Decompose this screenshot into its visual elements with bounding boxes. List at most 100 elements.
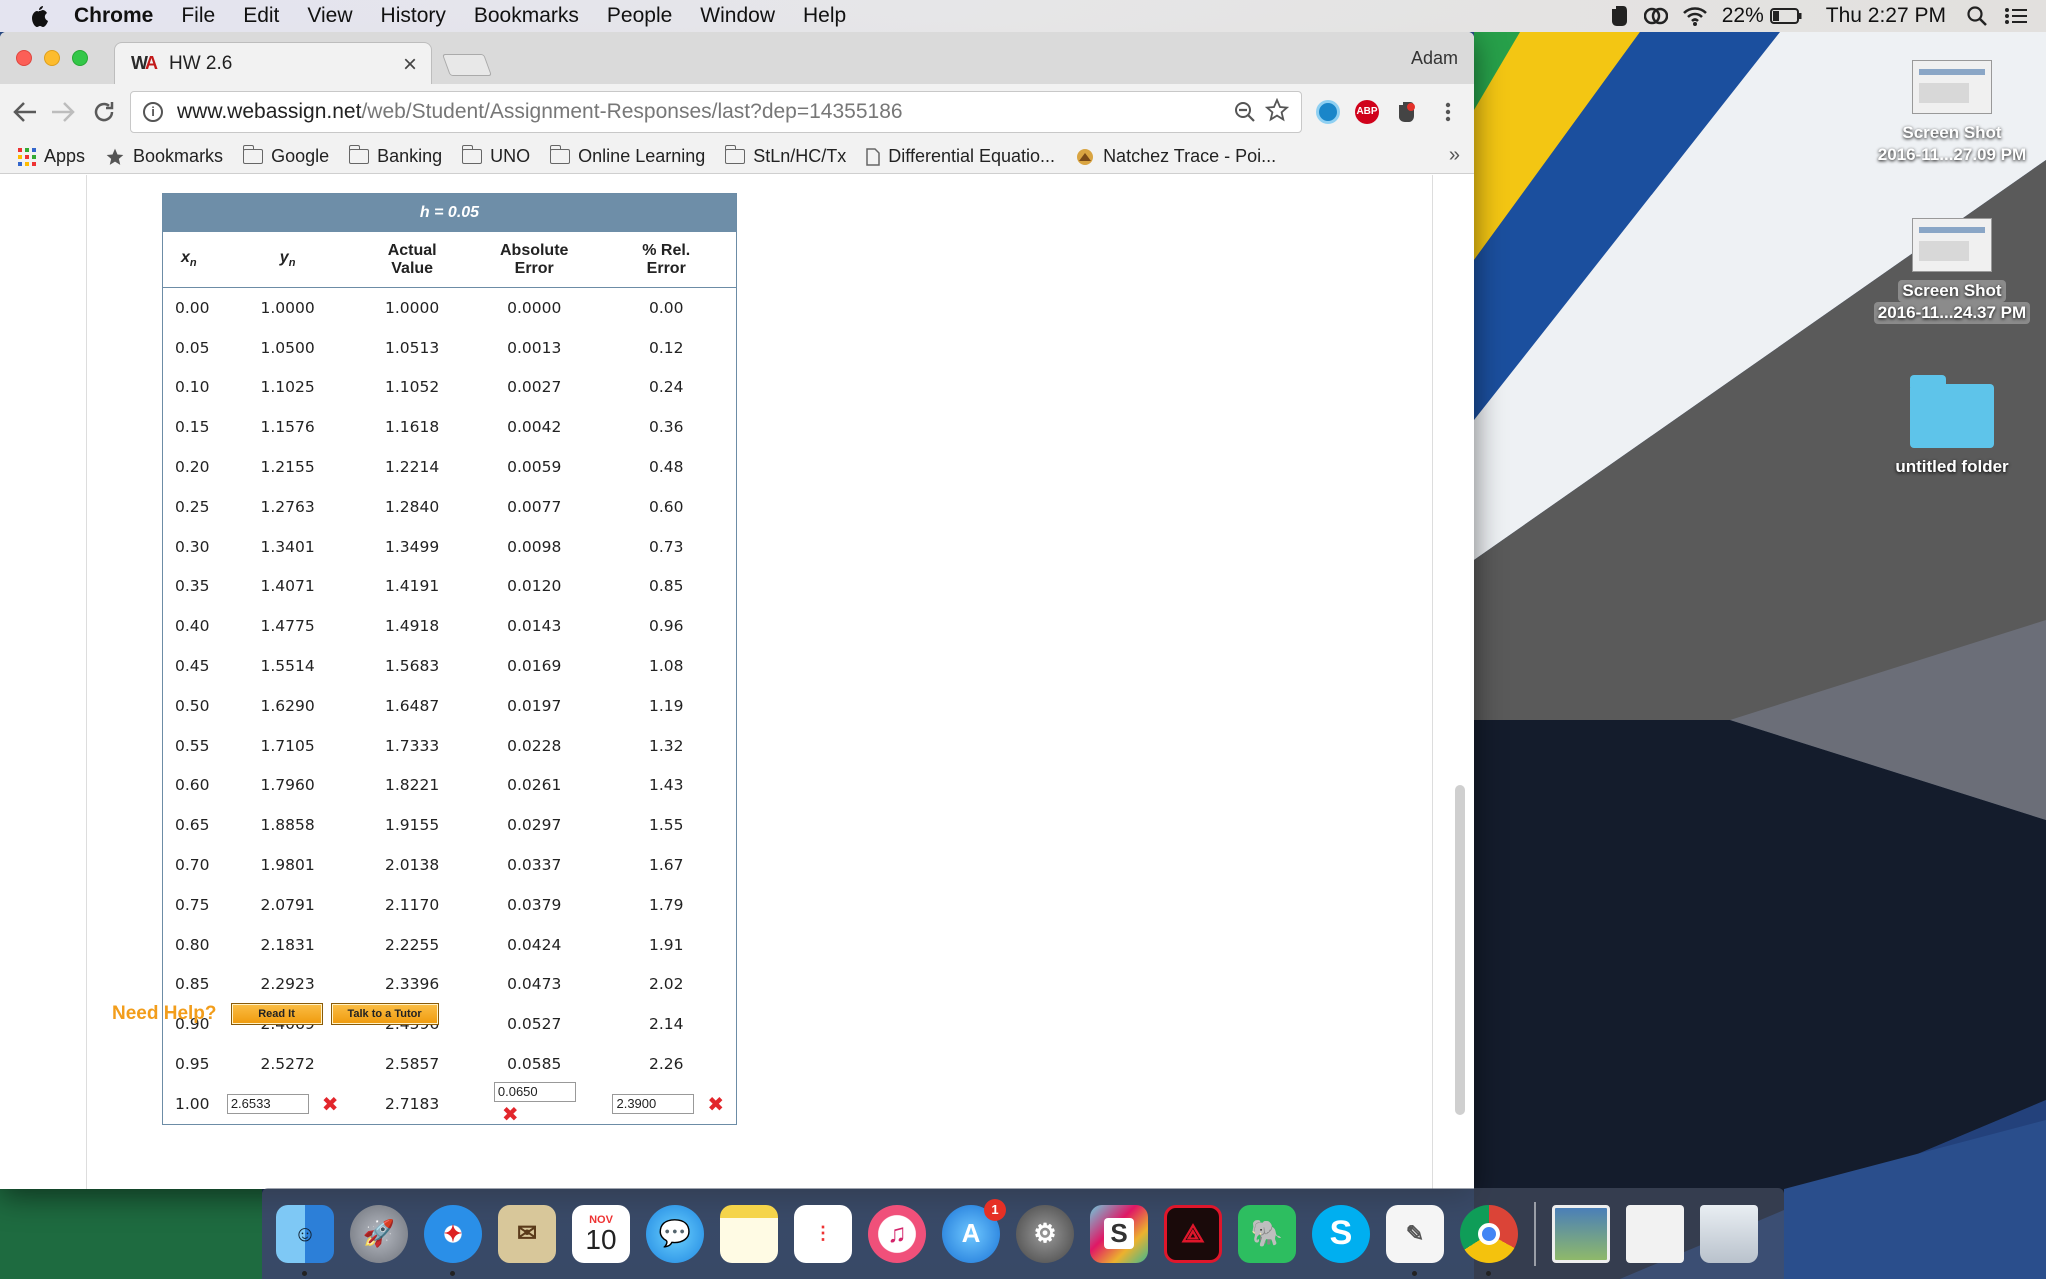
- chrome-icon[interactable]: [1460, 1204, 1518, 1276]
- bookmark-uno[interactable]: UNO: [462, 145, 530, 167]
- cell-rel-error: 2.14: [648, 1015, 684, 1034]
- safari-icon[interactable]: ✦: [424, 1204, 482, 1276]
- acrobat-icon[interactable]: ⟁: [1164, 1204, 1222, 1263]
- system-preferences-icon[interactable]: ⚙: [1016, 1204, 1074, 1263]
- menu-history[interactable]: History: [381, 4, 446, 28]
- cell-y: 2.2923: [260, 975, 315, 994]
- natchez-favicon-icon: [1077, 148, 1094, 165]
- bookmark-star-icon[interactable]: [1265, 98, 1289, 122]
- messages-icon[interactable]: 💬: [646, 1204, 704, 1263]
- cell-x: 0.30: [175, 537, 210, 556]
- cell-actual: 1.1618: [385, 418, 440, 437]
- apple-icon[interactable]: [28, 4, 50, 28]
- back-icon[interactable]: [12, 100, 38, 124]
- yn-answer-input[interactable]: [226, 1093, 309, 1114]
- page-icon: [866, 147, 881, 166]
- menu-edit[interactable]: Edit: [243, 4, 279, 28]
- mail-icon[interactable]: ✉: [498, 1204, 556, 1263]
- bookmark-online-learning[interactable]: Online Learning: [550, 145, 706, 167]
- adblock-plus-icon[interactable]: ABP: [1355, 100, 1379, 124]
- finder-icon[interactable]: ☺: [276, 1204, 334, 1276]
- close-tab-icon[interactable]: ×: [403, 51, 417, 79]
- desktop-screenshot-2[interactable]: Screen Shot 2016-11...24.37 PM: [1872, 218, 2032, 324]
- documents-icon[interactable]: [1626, 1204, 1684, 1263]
- menu-chrome[interactable]: Chrome: [74, 4, 153, 28]
- zoom-out-icon[interactable]: [1233, 100, 1257, 124]
- cell-abs-error: 0.0228: [507, 736, 562, 755]
- bookmark-differential-equations[interactable]: Differential Equatio...: [866, 146, 1055, 167]
- cell-abs-error: 0.0585: [507, 1055, 562, 1074]
- calendar-icon[interactable]: NOV 10: [572, 1204, 630, 1263]
- menu-window[interactable]: Window: [700, 4, 775, 28]
- bookmark-label: Differential Equatio...: [888, 146, 1056, 166]
- spotlight-search-icon[interactable]: [1966, 5, 1988, 27]
- bookmark-banking[interactable]: Banking: [349, 145, 442, 167]
- talk-to-tutor-button[interactable]: Talk to a Tutor: [330, 1003, 439, 1025]
- close-window-button[interactable]: [16, 50, 32, 66]
- cell-x: 0.65: [175, 816, 210, 835]
- photos-folder-icon[interactable]: [1552, 1204, 1610, 1263]
- desktop-screenshot-1[interactable]: Screen Shot 2016-11...27.09 PM: [1872, 60, 2032, 166]
- tab-hw[interactable]: WA HW 2.6 ×: [114, 42, 432, 84]
- trash-icon[interactable]: [1700, 1204, 1758, 1263]
- bookmark-label: Bookmarks: [133, 146, 224, 166]
- table-row: 0.80 2.1831 2.2255 0.0424 1.91: [163, 925, 736, 965]
- bookmark-stln[interactable]: StLn/HC/Tx: [725, 145, 847, 167]
- extension-blue-icon[interactable]: [1316, 100, 1340, 124]
- cell-actual: 1.0513: [385, 338, 440, 357]
- profile-button[interactable]: Adam: [1411, 48, 1458, 69]
- creative-cloud-icon[interactable]: [1643, 6, 1668, 26]
- bookmark-apps[interactable]: Apps: [18, 146, 85, 167]
- menu-bar: Chrome File Edit View History Bookmarks …: [0, 0, 2046, 32]
- bookmark-label: Online Learning: [578, 146, 706, 166]
- menu-file[interactable]: File: [181, 4, 215, 28]
- cell-abs-error: 0.0077: [507, 497, 562, 516]
- notes-icon[interactable]: [720, 1204, 778, 1263]
- slack-icon[interactable]: S: [1090, 1204, 1148, 1263]
- more-bookmarks-icon[interactable]: »: [1449, 144, 1460, 167]
- menu-help[interactable]: Help: [803, 4, 846, 28]
- page-scrollbar[interactable]: [1455, 785, 1465, 1115]
- reload-icon[interactable]: [92, 100, 116, 124]
- launchpad-icon[interactable]: 🚀: [350, 1204, 408, 1263]
- bookmark-label: Google: [271, 146, 330, 166]
- cell-rel-error: 1.43: [648, 776, 684, 795]
- cell-y: 2.1831: [260, 935, 315, 954]
- abs-error-answer-input[interactable]: [493, 1081, 576, 1102]
- minimize-window-button[interactable]: [44, 50, 60, 66]
- battery-icon[interactable]: [1769, 8, 1802, 24]
- cell-actual: 1.5683: [385, 657, 440, 676]
- bookmark-label: Natchez Trace - Poi...: [1103, 146, 1277, 166]
- forward-icon[interactable]: [50, 100, 76, 124]
- notification-center-icon[interactable]: [2004, 6, 2028, 26]
- evernote-icon[interactable]: 🐘: [1238, 1204, 1296, 1263]
- skype-icon[interactable]: S: [1312, 1204, 1370, 1263]
- menu-bookmarks[interactable]: Bookmarks: [474, 4, 579, 28]
- menu-clock[interactable]: Thu 2:27 PM: [1826, 4, 1946, 28]
- cell-actual: 2.3396: [385, 975, 440, 994]
- bookmark-label: StLn/HC/Tx: [753, 146, 847, 166]
- site-info-icon[interactable]: i: [143, 102, 163, 122]
- header-absolute-error: Absolute Error: [499, 241, 569, 277]
- app-store-icon[interactable]: A1: [942, 1198, 1006, 1263]
- desktop-untitled-folder[interactable]: untitled folder: [1872, 375, 2032, 478]
- folder-icon: [462, 145, 483, 164]
- bookmark-bookmarks[interactable]: Bookmarks: [105, 146, 223, 167]
- itunes-icon[interactable]: ♫: [868, 1204, 926, 1263]
- zoom-window-button[interactable]: [72, 50, 88, 66]
- evernote-extension-icon[interactable]: [1394, 100, 1418, 124]
- new-tab-button[interactable]: [441, 54, 493, 76]
- rel-error-answer-input[interactable]: [612, 1093, 695, 1114]
- reminders-icon[interactable]: ⋮: [794, 1204, 852, 1263]
- evernote-status-icon[interactable]: [1608, 5, 1630, 27]
- read-it-button[interactable]: Read It: [230, 1003, 323, 1025]
- url-text[interactable]: www.webassign.net/web/Student/Assignment…: [177, 100, 903, 124]
- wifi-icon[interactable]: [1682, 6, 1708, 26]
- textedit-icon[interactable]: ✎: [1386, 1204, 1444, 1276]
- bookmark-google[interactable]: Google: [243, 145, 330, 167]
- menu-people[interactable]: People: [607, 4, 672, 28]
- menu-view[interactable]: View: [307, 4, 352, 28]
- address-bar[interactable]: i www.webassign.net/web/Student/Assignme…: [130, 91, 1302, 133]
- chrome-menu-icon[interactable]: [1436, 100, 1460, 124]
- bookmark-natchez-trace[interactable]: Natchez Trace - Poi...: [1075, 146, 1276, 167]
